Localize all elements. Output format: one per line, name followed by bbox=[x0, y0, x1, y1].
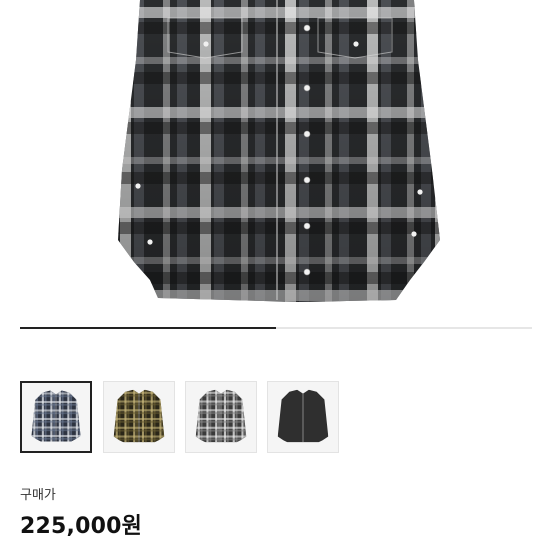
gallery-progress-track bbox=[20, 327, 532, 329]
shirt-button bbox=[303, 130, 311, 138]
product-main-image bbox=[110, 0, 459, 317]
shirt-button bbox=[303, 176, 311, 184]
thumbnail-2[interactable] bbox=[103, 381, 175, 453]
shirt-button bbox=[303, 222, 311, 230]
shirt-button bbox=[303, 24, 311, 32]
thumbnail-shirt-image bbox=[186, 382, 256, 452]
shirt-button bbox=[303, 268, 311, 276]
plaid-stripe bbox=[435, 0, 440, 302]
shirt-button bbox=[303, 84, 311, 92]
cuff-button bbox=[135, 183, 141, 189]
plaid-shadow-stripe bbox=[449, 0, 459, 310]
price-value: 225,000원 bbox=[20, 514, 143, 539]
price-label: 구매가 bbox=[20, 488, 56, 503]
thumbnail-3[interactable] bbox=[185, 381, 257, 453]
thumbnail-4[interactable] bbox=[267, 381, 339, 453]
thumbnail-shirt-image bbox=[22, 383, 90, 451]
cuff-button bbox=[411, 231, 417, 237]
cuff-button bbox=[417, 189, 423, 195]
plaid-shadow-stripe bbox=[110, 305, 450, 317]
thumbnail-shirt-image bbox=[104, 382, 174, 452]
product-image-area[interactable] bbox=[0, 0, 554, 356]
thumbnail-shirt-image bbox=[268, 382, 338, 452]
cuff-button bbox=[147, 239, 153, 245]
thumbnail-1[interactable] bbox=[20, 381, 92, 453]
gallery-progress-fill bbox=[20, 327, 276, 329]
